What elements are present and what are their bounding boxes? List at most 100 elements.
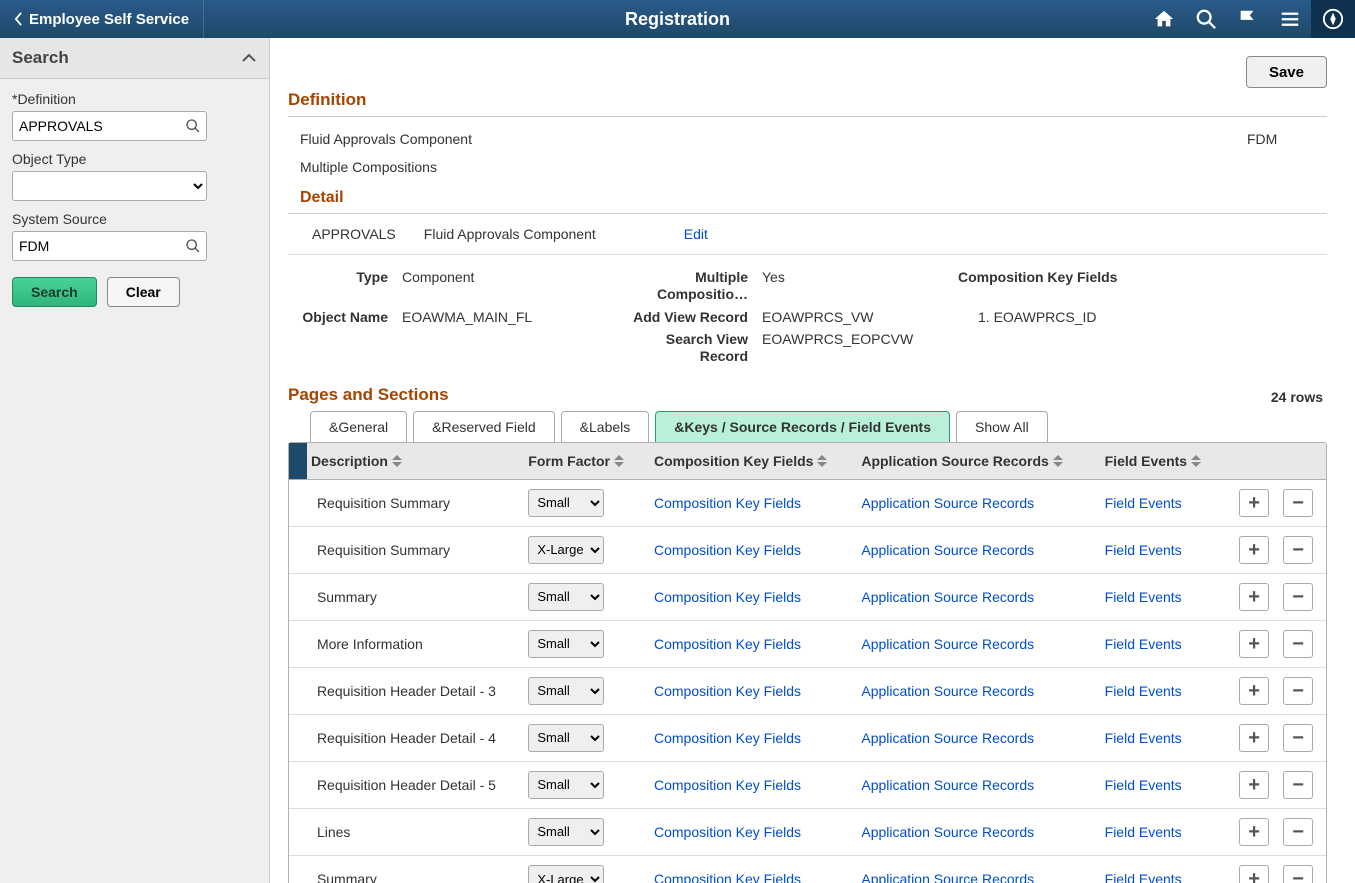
- fe-link[interactable]: Field Events: [1105, 730, 1182, 746]
- tab-labels[interactable]: &Labels: [561, 411, 650, 442]
- delete-row-button[interactable]: −: [1283, 630, 1313, 658]
- delete-row-button[interactable]: −: [1283, 536, 1313, 564]
- asr-link[interactable]: Application Source Records: [861, 683, 1034, 699]
- asr-link[interactable]: Application Source Records: [861, 871, 1034, 883]
- fe-link[interactable]: Field Events: [1105, 636, 1182, 652]
- header-icons: [1143, 0, 1355, 38]
- fe-link[interactable]: Field Events: [1105, 777, 1182, 793]
- search-button[interactable]: [1185, 0, 1227, 38]
- delete-row-button[interactable]: −: [1283, 771, 1313, 799]
- form-factor-select[interactable]: X-Large: [528, 536, 604, 564]
- menu-button[interactable]: [1269, 0, 1311, 38]
- ckf-link[interactable]: Composition Key Fields: [654, 636, 801, 652]
- plus-icon: +: [1248, 493, 1260, 513]
- tab-showall[interactable]: Show All: [956, 411, 1048, 442]
- fe-link[interactable]: Field Events: [1105, 824, 1182, 840]
- form-factor-select[interactable]: Small: [528, 771, 604, 799]
- searchview-value: EOAWPRCS_EOPCVW: [758, 331, 958, 347]
- plus-icon: +: [1248, 634, 1260, 654]
- asr-link[interactable]: Application Source Records: [861, 495, 1034, 511]
- back-label: Employee Self Service: [29, 11, 189, 28]
- col-ckf[interactable]: Composition Key Fields: [646, 443, 853, 479]
- add-row-button[interactable]: +: [1239, 677, 1269, 705]
- form-factor-select[interactable]: Small: [528, 630, 604, 658]
- fe-link[interactable]: Field Events: [1105, 683, 1182, 699]
- add-row-button[interactable]: +: [1239, 724, 1269, 752]
- flag-icon: [1237, 8, 1259, 30]
- add-row-button[interactable]: +: [1239, 489, 1269, 517]
- home-button[interactable]: [1143, 0, 1185, 38]
- asr-link[interactable]: Application Source Records: [861, 730, 1034, 746]
- cell-description: Requisition Header Detail - 4: [307, 722, 520, 754]
- tab-general[interactable]: &General: [310, 411, 407, 442]
- tab-keys[interactable]: &Keys / Source Records / Field Events: [655, 411, 950, 442]
- object-type-select[interactable]: [12, 171, 207, 201]
- ckf-link[interactable]: Composition Key Fields: [654, 777, 801, 793]
- object-type-label: Object Type: [12, 151, 257, 167]
- asr-link[interactable]: Application Source Records: [861, 777, 1034, 793]
- search-panel-header[interactable]: Search: [0, 38, 269, 79]
- system-source-input[interactable]: [12, 231, 207, 261]
- sort-icon: [817, 455, 827, 467]
- form-factor-select[interactable]: X-Large: [528, 865, 604, 883]
- definition-input[interactable]: [12, 111, 207, 141]
- fe-link[interactable]: Field Events: [1105, 589, 1182, 605]
- grid-marker[interactable]: [289, 443, 307, 479]
- form-factor-select[interactable]: Small: [528, 489, 604, 517]
- form-factor-select[interactable]: Small: [528, 583, 604, 611]
- plus-icon: +: [1248, 587, 1260, 607]
- minus-icon: −: [1292, 587, 1304, 607]
- fe-link[interactable]: Field Events: [1105, 871, 1182, 883]
- asr-link[interactable]: Application Source Records: [861, 542, 1034, 558]
- delete-row-button[interactable]: −: [1283, 583, 1313, 611]
- detail-section-title: Detail: [288, 181, 1327, 214]
- col-description[interactable]: Description: [307, 443, 520, 479]
- ckf-link[interactable]: Composition Key Fields: [654, 730, 801, 746]
- add-row-button[interactable]: +: [1239, 536, 1269, 564]
- minus-icon: −: [1292, 634, 1304, 654]
- home-icon: [1153, 8, 1175, 30]
- delete-row-button[interactable]: −: [1283, 865, 1313, 883]
- add-row-button[interactable]: +: [1239, 583, 1269, 611]
- ckf-link[interactable]: Composition Key Fields: [654, 495, 801, 511]
- fe-link[interactable]: Field Events: [1105, 495, 1182, 511]
- fe-link[interactable]: Field Events: [1105, 542, 1182, 558]
- minus-icon: −: [1292, 540, 1304, 560]
- delete-row-button[interactable]: −: [1283, 677, 1313, 705]
- flag-button[interactable]: [1227, 0, 1269, 38]
- lookup-icon[interactable]: [185, 118, 201, 134]
- form-factor-select[interactable]: Small: [528, 724, 604, 752]
- objname-label: Object Name: [288, 309, 398, 325]
- add-row-button[interactable]: +: [1239, 818, 1269, 846]
- delete-row-button[interactable]: −: [1283, 489, 1313, 517]
- asr-link[interactable]: Application Source Records: [861, 589, 1034, 605]
- ckf-link[interactable]: Composition Key Fields: [654, 683, 801, 699]
- search-button[interactable]: Search: [12, 277, 97, 307]
- clear-button[interactable]: Clear: [107, 277, 180, 307]
- add-row-button[interactable]: +: [1239, 771, 1269, 799]
- ckf-link[interactable]: Composition Key Fields: [654, 871, 801, 883]
- col-asr[interactable]: Application Source Records: [853, 443, 1096, 479]
- edit-link[interactable]: Edit: [684, 226, 708, 242]
- ckf-link[interactable]: Composition Key Fields: [654, 542, 801, 558]
- asr-link[interactable]: Application Source Records: [861, 824, 1034, 840]
- ckf-link[interactable]: Composition Key Fields: [654, 824, 801, 840]
- lookup-icon[interactable]: [185, 238, 201, 254]
- compass-button[interactable]: [1311, 0, 1355, 38]
- cell-description: Summary: [307, 863, 520, 883]
- delete-row-button[interactable]: −: [1283, 724, 1313, 752]
- objname-value: EOAWMA_MAIN_FL: [398, 309, 628, 325]
- add-row-button[interactable]: +: [1239, 630, 1269, 658]
- cell-description: Requisition Summary: [307, 487, 520, 519]
- col-fe[interactable]: Field Events: [1097, 443, 1227, 479]
- save-button[interactable]: Save: [1246, 56, 1327, 88]
- col-form-factor[interactable]: Form Factor: [520, 443, 646, 479]
- asr-link[interactable]: Application Source Records: [861, 636, 1034, 652]
- back-button[interactable]: Employee Self Service: [0, 0, 204, 38]
- delete-row-button[interactable]: −: [1283, 818, 1313, 846]
- add-row-button[interactable]: +: [1239, 865, 1269, 883]
- form-factor-select[interactable]: Small: [528, 677, 604, 705]
- ckf-link[interactable]: Composition Key Fields: [654, 589, 801, 605]
- tab-reserved[interactable]: &Reserved Field: [413, 411, 555, 442]
- form-factor-select[interactable]: Small: [528, 818, 604, 846]
